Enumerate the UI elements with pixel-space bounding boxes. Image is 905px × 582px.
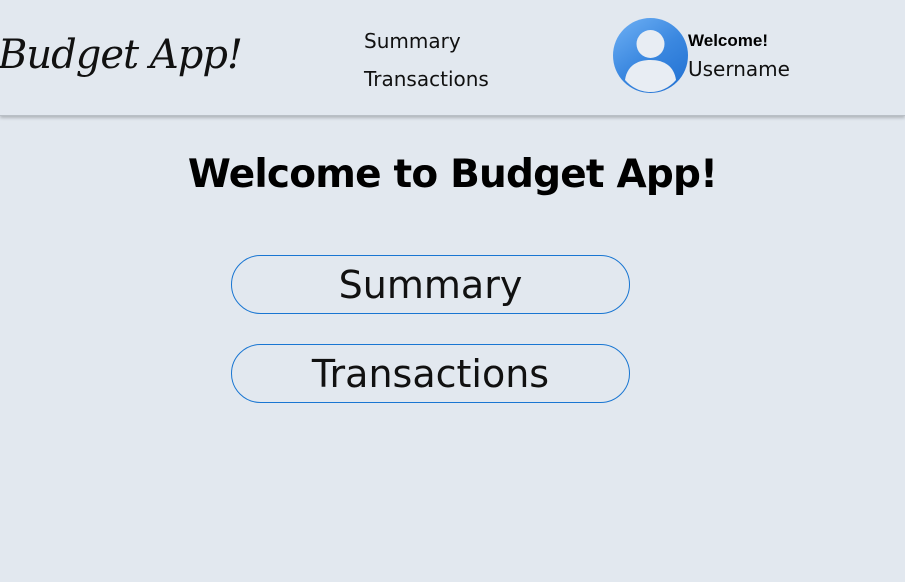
username-label: Username	[688, 57, 790, 81]
welcome-greeting: Welcome!	[688, 31, 768, 50]
page-title: Welcome to Budget App!	[187, 152, 718, 197]
header-nav: Summary Transactions	[364, 22, 524, 98]
user-avatar-icon[interactable]	[613, 18, 688, 93]
person-silhouette-icon	[625, 30, 676, 92]
nav-link-transactions[interactable]: Transactions	[364, 60, 524, 98]
summary-button[interactable]: Summary	[231, 255, 630, 314]
app-logo-text[interactable]: Budget App!	[0, 32, 243, 78]
nav-link-summary[interactable]: Summary	[364, 22, 524, 60]
transactions-button[interactable]: Transactions	[231, 344, 630, 403]
app-header: Budget App! Summary Transactions Welcome…	[0, 0, 905, 116]
user-profile: Welcome! Username	[613, 18, 833, 94]
